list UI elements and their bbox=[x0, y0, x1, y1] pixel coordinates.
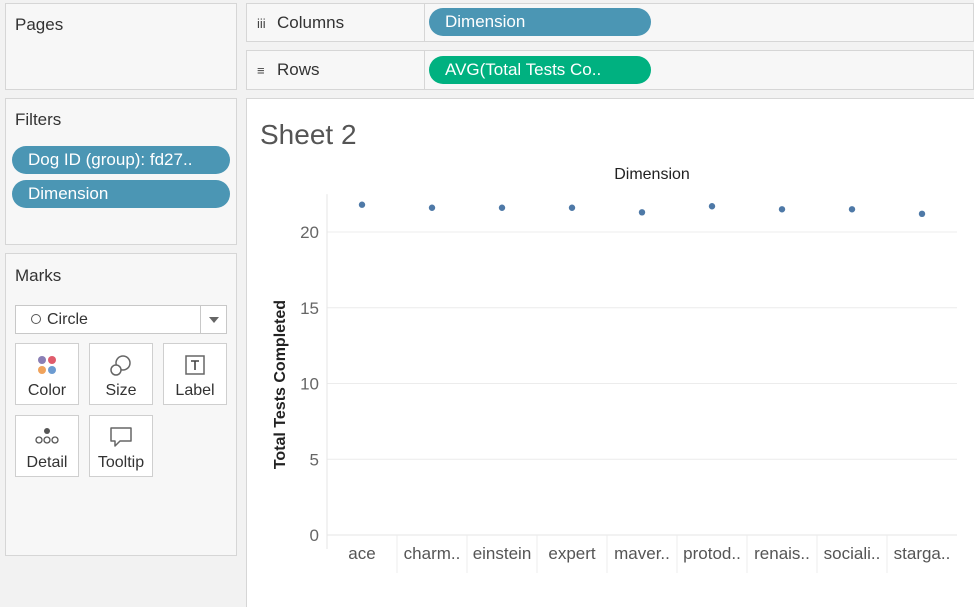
rows-label-text: Rows bbox=[277, 60, 320, 79]
y-tick-label: 10 bbox=[300, 375, 319, 394]
data-point bbox=[638, 209, 646, 216]
pages-card[interactable]: Pages bbox=[5, 3, 237, 90]
detail-button[interactable]: Detail bbox=[15, 415, 79, 477]
data-point bbox=[428, 204, 436, 211]
scatter-chart: Dimension 0 5 10 15 20 ace charm.. einstein exper… bbox=[272, 166, 957, 573]
rows-shelf[interactable]: ≡ Rows AVG(Total Tests Co.. bbox=[246, 50, 974, 90]
x-tick-label: renais.. bbox=[754, 544, 810, 563]
chevron-down-icon[interactable] bbox=[200, 306, 226, 333]
label-label: Label bbox=[175, 382, 215, 399]
x-tick-label: maver.. bbox=[614, 544, 670, 563]
data-point bbox=[778, 206, 786, 213]
filters-title: Filters bbox=[15, 110, 62, 129]
x-tick-label: starga.. bbox=[894, 544, 951, 563]
columns-pill-dimension[interactable]: Dimension bbox=[429, 8, 651, 36]
size-button[interactable]: Size bbox=[89, 343, 153, 405]
filter-pill-dog-id[interactable]: Dog ID (group): fd27.. bbox=[12, 146, 230, 174]
x-tick-label: sociali.. bbox=[824, 544, 881, 563]
columns-label-text: Columns bbox=[277, 13, 345, 32]
filter-pill-dimension[interactable]: Dimension bbox=[12, 180, 230, 208]
columns-shelf[interactable]: iii Columns Dimension bbox=[246, 3, 974, 42]
color-button[interactable]: Color bbox=[15, 343, 79, 405]
sheet-view[interactable]: Sheet 2 Dimension 0 5 10 15 20 ace charm.. einst… bbox=[246, 98, 974, 607]
y-tick-label: 20 bbox=[300, 223, 319, 242]
mark-type-value: Circle bbox=[47, 311, 88, 328]
data-point bbox=[498, 204, 506, 211]
data-point bbox=[848, 206, 856, 213]
x-tick-label: einstein bbox=[473, 544, 532, 563]
x-tick-label: protod.. bbox=[683, 544, 741, 563]
mark-type-dropdown[interactable]: Circle bbox=[15, 305, 227, 334]
column-header: Dimension bbox=[614, 166, 690, 183]
marks-card[interactable]: Marks Circle Color Size Label Detail Too… bbox=[5, 253, 237, 556]
pages-title: Pages bbox=[15, 15, 64, 34]
y-axis-title: Total Tests Completed bbox=[272, 300, 289, 469]
y-tick-label: 5 bbox=[310, 450, 319, 469]
rows-icon: ≡ bbox=[257, 63, 265, 78]
text-label-icon bbox=[185, 355, 205, 375]
data-point bbox=[708, 203, 716, 210]
tooltip-label: Tooltip bbox=[97, 454, 145, 471]
columns-shelf-label: iii Columns bbox=[247, 4, 425, 41]
data-point bbox=[358, 201, 366, 208]
columns-icon: iii bbox=[257, 16, 266, 31]
marks-title: Marks bbox=[15, 266, 62, 285]
label-button[interactable]: Label bbox=[163, 343, 227, 405]
size-label: Size bbox=[105, 382, 137, 399]
y-tick-label: 15 bbox=[300, 299, 319, 318]
detail-label: Detail bbox=[26, 454, 68, 471]
color-label: Color bbox=[27, 382, 67, 399]
tooltip-icon bbox=[110, 427, 132, 447]
detail-icon bbox=[35, 428, 59, 444]
rows-shelf-label: ≡ Rows bbox=[247, 51, 425, 89]
x-tick-label: charm.. bbox=[404, 544, 461, 563]
data-point bbox=[568, 204, 576, 211]
filters-card[interactable]: Filters Dog ID (group): fd27.. Dimension bbox=[5, 98, 237, 245]
size-icon bbox=[110, 355, 131, 376]
circle-icon bbox=[31, 314, 41, 324]
x-tick-label: expert bbox=[548, 544, 596, 563]
color-icon bbox=[38, 356, 56, 374]
y-tick-label: 0 bbox=[310, 526, 319, 545]
rows-pill-avg-total-tests[interactable]: AVG(Total Tests Co.. bbox=[429, 56, 651, 84]
x-tick-label: ace bbox=[348, 544, 375, 563]
tooltip-button[interactable]: Tooltip bbox=[89, 415, 153, 477]
data-point bbox=[918, 210, 926, 218]
